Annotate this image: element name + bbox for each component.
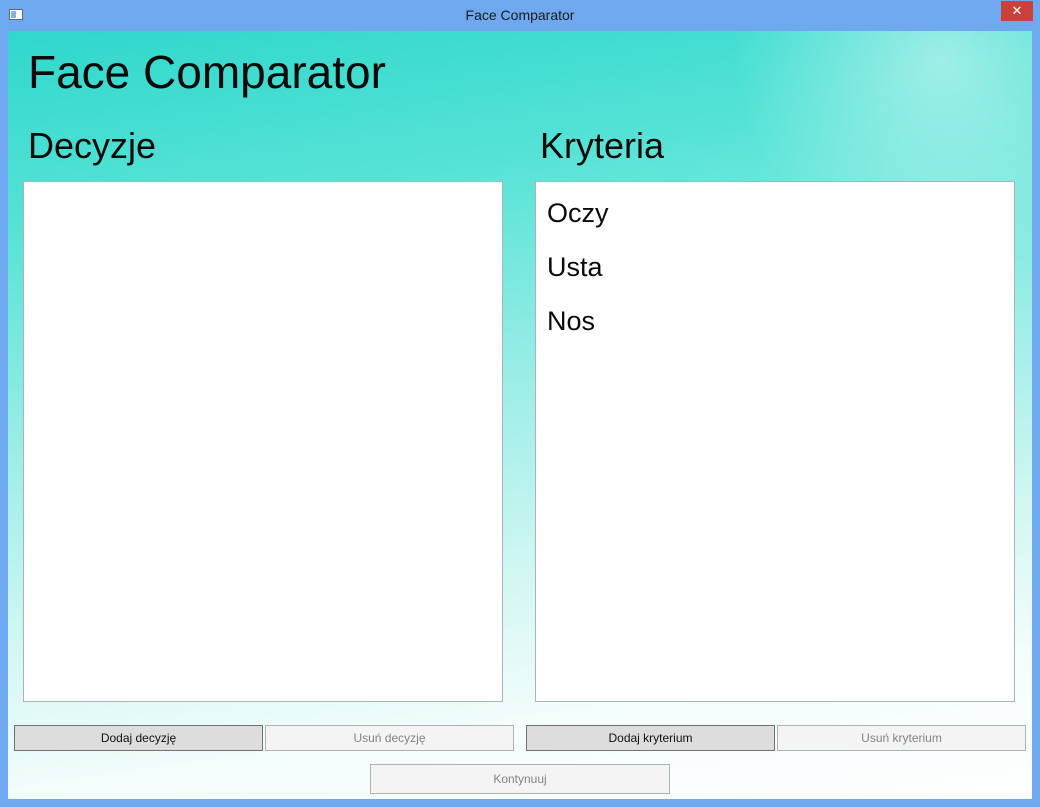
list-item[interactable]: Usta (536, 240, 1014, 294)
continue-button[interactable]: Kontynuuj (370, 764, 670, 794)
close-icon: ✕ (1011, 3, 1023, 18)
close-button[interactable]: ✕ (1001, 1, 1033, 21)
main-content: Face Comparator Decyzje Kryteria Oczy Us… (8, 31, 1032, 799)
window-title: Face Comparator (465, 7, 575, 23)
page-title: Face Comparator (28, 46, 386, 98)
remove-decision-button[interactable]: Usuń decyzję (265, 725, 514, 751)
decisions-heading: Decyzje (28, 125, 157, 166)
criteria-list[interactable]: Oczy Usta Nos (535, 181, 1015, 702)
list-item[interactable]: Oczy (536, 186, 1014, 240)
remove-criterion-button[interactable]: Usuń kryterium (777, 725, 1026, 751)
decisions-list[interactable] (23, 181, 503, 702)
criteria-heading: Kryteria (540, 125, 665, 166)
app-window: Face Comparator ✕ Face Comparator Decyzj… (0, 0, 1040, 807)
title-bar[interactable]: Face Comparator ✕ (0, 0, 1040, 31)
list-item[interactable]: Nos (536, 294, 1014, 348)
add-decision-button[interactable]: Dodaj decyzję (14, 725, 263, 751)
add-criterion-button[interactable]: Dodaj kryterium (526, 725, 775, 751)
